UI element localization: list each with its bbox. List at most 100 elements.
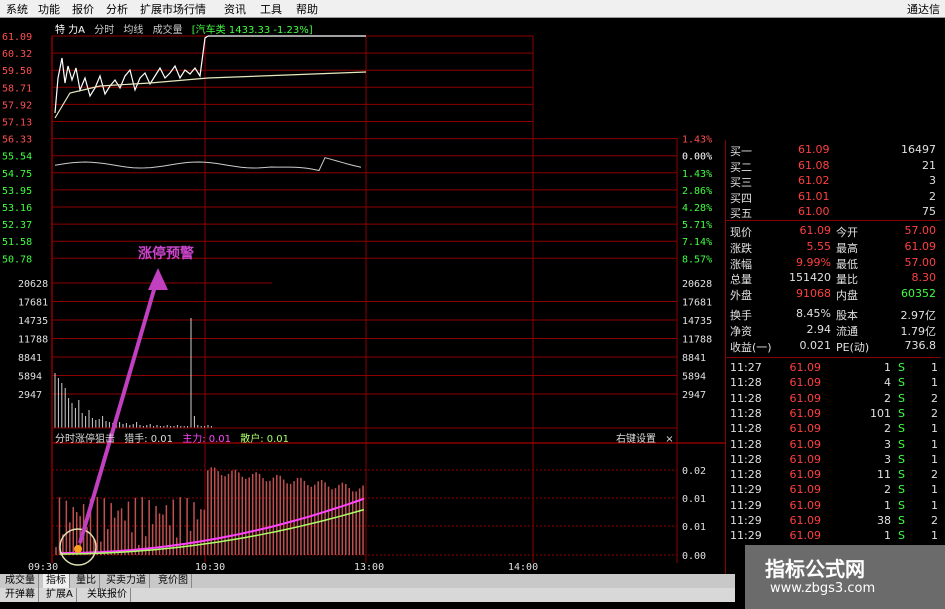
bottom-tab2-1[interactable]: 扩展A bbox=[43, 588, 77, 602]
bottom-tab-0[interactable]: 成交量 bbox=[2, 574, 39, 588]
stat-label-2: 今开 bbox=[836, 226, 858, 239]
tick-direction: S bbox=[898, 361, 905, 374]
quote-panel: 买一 61.09 16497 买二 61.08 21 买三 61.02 3 买四 61.01 2 买五 6… bbox=[725, 140, 941, 595]
time-tick-label: 10:30 bbox=[195, 562, 225, 573]
tick-row[interactable]: 11:27 61.09 1 S 1 bbox=[726, 360, 941, 376]
tick-row[interactable]: 11:28 61.09 2 S 1 bbox=[726, 421, 941, 437]
tick-volume: 1 bbox=[884, 361, 891, 374]
bottom-tab-2[interactable]: 量比 bbox=[73, 574, 100, 588]
stat-value-2: 736.8 bbox=[904, 338, 937, 352]
stat-row[interactable]: 涨跌 5.55 最高 61.09 bbox=[726, 239, 941, 256]
volume-tick-label-right: 2947 bbox=[682, 390, 706, 401]
tick-count: 1 bbox=[931, 498, 938, 512]
tick-count: 2 bbox=[931, 514, 938, 527]
tick-price: 61.09 bbox=[789, 468, 822, 482]
tick-direction: S bbox=[898, 437, 905, 451]
stat-row[interactable]: 总量 151420 量比 8.30 bbox=[726, 270, 941, 287]
indicator-tick-label: 0.01 bbox=[682, 522, 706, 533]
menu-help[interactable]: 帮助 bbox=[296, 1, 318, 17]
tick-time: 11:29 bbox=[730, 514, 762, 527]
tick-volume: 4 bbox=[884, 376, 891, 390]
tick-row[interactable]: 11:28 61.09 11 S 2 bbox=[726, 467, 941, 483]
bottom-tab-bar-2: 开弹幕 扩展A 关联报价 bbox=[0, 588, 735, 602]
stat-label: 总量 bbox=[730, 273, 752, 287]
tick-row[interactable]: 11:29 61.09 2 S 1 bbox=[726, 482, 941, 498]
index-line bbox=[54, 157, 362, 172]
tick-row[interactable]: 11:29 61.09 1 S 1 bbox=[726, 528, 941, 544]
tick-row[interactable]: 11:28 61.09 2 S 2 bbox=[726, 391, 941, 407]
stat-value-2: 57.00 bbox=[904, 255, 937, 269]
watermark-url: www.zbgs3.com bbox=[770, 581, 876, 596]
tick-row[interactable]: 11:29 61.09 1 S 1 bbox=[726, 498, 941, 514]
indicator-main: 主力: 0.01 bbox=[182, 434, 232, 445]
stat-row[interactable]: 换手 8.45% 股本 2.97亿 bbox=[726, 306, 941, 323]
tick-row[interactable]: 11:28 61.09 3 S 1 bbox=[726, 437, 941, 453]
signal-marker bbox=[74, 545, 82, 553]
tick-count: 1 bbox=[931, 437, 938, 451]
volume-tick-label: 14735 bbox=[18, 316, 48, 327]
tick-volume: 1 bbox=[884, 498, 891, 512]
pct-tick-label: 4.28% bbox=[682, 203, 712, 214]
tick-direction: S bbox=[898, 514, 905, 527]
volume-tick-label-right: 17681 bbox=[682, 298, 712, 309]
volume-tick-label: 8841 bbox=[18, 353, 42, 364]
menu-analysis[interactable]: 分析 bbox=[106, 1, 128, 17]
bid-row[interactable]: 买一 61.09 16497 bbox=[726, 142, 941, 159]
tick-time: 11:29 bbox=[730, 483, 762, 497]
bottom-tab-3[interactable]: 买卖力道 bbox=[103, 574, 150, 588]
stat-row[interactable]: 收益(一) 0.021 PE(动) 736.8 bbox=[726, 338, 941, 355]
bid-row[interactable]: 买二 61.08 21 bbox=[726, 158, 941, 175]
tick-row[interactable]: 11:28 61.09 4 S 1 bbox=[726, 375, 941, 391]
stat-value: 61.09 bbox=[799, 224, 832, 237]
stat-value: 5.55 bbox=[806, 239, 832, 253]
tick-row[interactable]: 11:28 61.09 101 S 2 bbox=[726, 406, 941, 422]
bottom-tab-1[interactable]: 指标 bbox=[43, 574, 70, 588]
tick-direction: S bbox=[898, 376, 905, 390]
stat-value: 2.94 bbox=[806, 322, 832, 336]
menu-system[interactable]: 系统 bbox=[6, 1, 28, 17]
bottom-tab-bar: 成交量 指标 量比 买卖力道 竞价图 bbox=[0, 574, 735, 588]
tick-count: 1 bbox=[931, 422, 938, 436]
tick-time: 11:28 bbox=[730, 376, 762, 390]
bottom-tab2-2[interactable]: 关联报价 bbox=[84, 588, 131, 602]
price-tick-label: 53.16 bbox=[2, 203, 32, 214]
menu-quote[interactable]: 报价 bbox=[72, 1, 94, 17]
intraday-chart[interactable]: 61.09 60.32 59.50 58.71 57.92 57.13 56.33 1.43%… bbox=[0, 18, 725, 578]
price-tick-label: 54.75 bbox=[2, 169, 32, 180]
price-tick-label: 53.95 bbox=[2, 186, 32, 197]
tick-row[interactable]: 11:29 61.09 38 S 2 bbox=[726, 513, 941, 529]
bottom-tab2-0[interactable]: 开弹幕 bbox=[2, 588, 39, 602]
price-tick-label: 52.37 bbox=[2, 220, 32, 231]
stat-label-2: 最高 bbox=[836, 241, 858, 255]
tick-time: 11:28 bbox=[730, 437, 762, 451]
tick-time: 11:29 bbox=[730, 498, 762, 512]
indicator-settings[interactable]: 右键设置 × bbox=[616, 430, 674, 445]
pct-tick-label: 7.14% bbox=[682, 237, 712, 248]
menu-info[interactable]: 资讯 bbox=[224, 1, 246, 17]
bid-volume: 3 bbox=[929, 174, 936, 187]
tick-row[interactable]: 11:28 61.09 3 S 1 bbox=[726, 452, 941, 468]
bid-row[interactable]: 买五 61.00 75 bbox=[726, 204, 941, 221]
stat-row[interactable]: 外盘 91068 内盘 60352 bbox=[726, 286, 941, 303]
bid-row[interactable]: 买三 61.02 3 bbox=[726, 173, 941, 190]
tick-price: 61.09 bbox=[789, 376, 822, 390]
menu-tools[interactable]: 工具 bbox=[260, 1, 282, 17]
menu-extended-market[interactable]: 扩展市场行情 bbox=[140, 1, 206, 17]
close-icon[interactable]: × bbox=[665, 434, 673, 445]
settings-label[interactable]: 右键设置 bbox=[616, 434, 656, 445]
volume-tick-label: 17681 bbox=[18, 298, 48, 309]
tick-price: 61.09 bbox=[789, 452, 822, 466]
pct-tick-label: 2.86% bbox=[682, 186, 712, 197]
tick-direction: S bbox=[898, 422, 905, 436]
stat-row[interactable]: 涨幅 9.99% 最低 57.00 bbox=[726, 255, 941, 272]
bottom-tab-4[interactable]: 竞价图 bbox=[155, 574, 192, 588]
volume-tick-label-right: 14735 bbox=[682, 316, 712, 327]
bid-row[interactable]: 买四 61.01 2 bbox=[726, 189, 941, 206]
bid-volume: 21 bbox=[922, 158, 936, 172]
stat-value: 8.45% bbox=[796, 307, 831, 320]
tick-volume: 11 bbox=[877, 468, 891, 482]
stat-row[interactable]: 净资 2.94 流通 1.79亿 bbox=[726, 322, 941, 339]
tick-count: 2 bbox=[931, 391, 938, 405]
stat-row[interactable]: 现价 61.09 今开 57.00 bbox=[726, 223, 941, 240]
menu-function[interactable]: 功能 bbox=[38, 1, 60, 17]
